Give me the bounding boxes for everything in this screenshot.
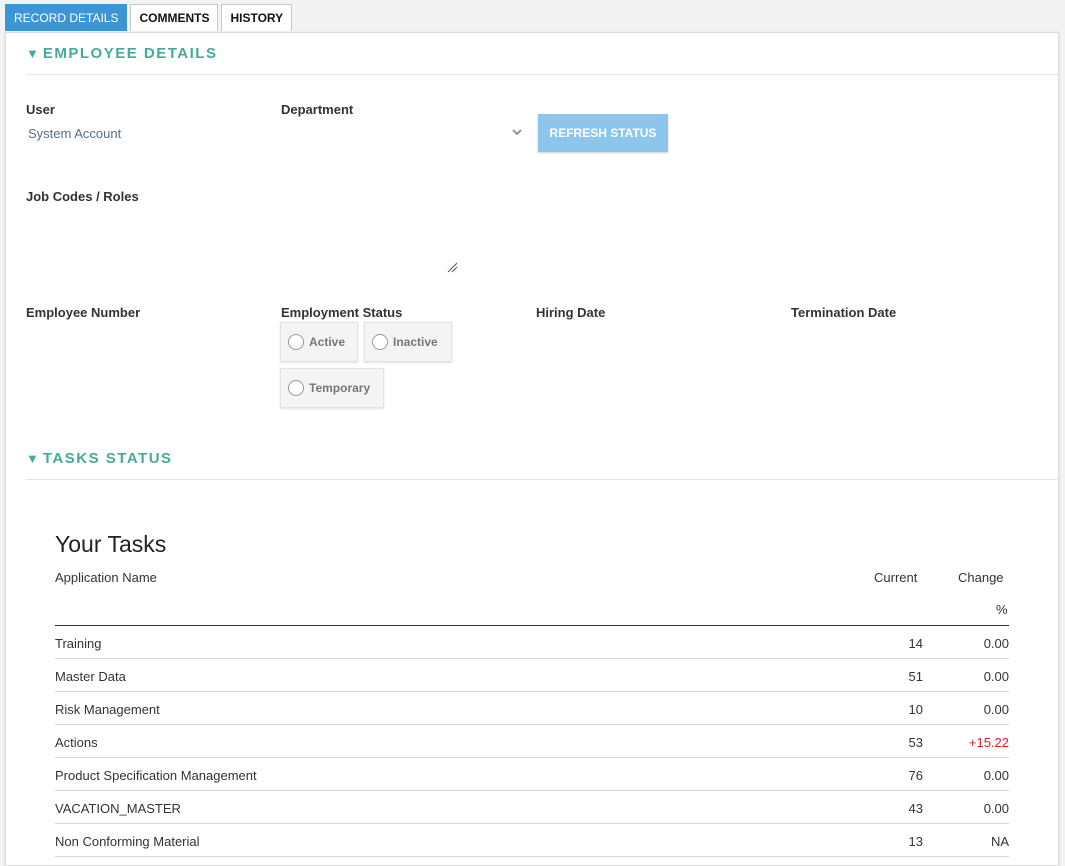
app-name: Training — [55, 636, 102, 651]
app-name: VACATION_MASTER — [55, 801, 181, 816]
table-row: VACATION_MASTER 43 0.00 — [55, 791, 1009, 824]
current-value: 10 — [908, 702, 923, 717]
current-value: 14 — [908, 636, 923, 651]
hiring-date-label: Hiring Date — [536, 305, 606, 320]
table-row: Actions 53 +15.22 — [55, 725, 1009, 758]
section-divider — [26, 74, 1058, 75]
app-name: Non Conforming Material — [55, 834, 200, 849]
section-divider — [26, 479, 1058, 480]
status-radio-inactive[interactable]: Inactive — [364, 322, 452, 362]
radio-label: Active — [309, 335, 346, 349]
col-header-current: Current — [874, 570, 918, 585]
radio-label: Temporary — [309, 381, 371, 395]
current-value: 13 — [908, 834, 923, 849]
radio-label: Inactive — [393, 335, 438, 349]
change-value: 0.00 — [983, 669, 1009, 684]
table-row: Training 14 0.00 — [55, 626, 1009, 659]
app-name: Actions — [55, 735, 98, 750]
col-header-application: Application Name — [55, 570, 157, 585]
termination-date-label: Termination Date — [791, 305, 897, 320]
radio-circle-icon — [372, 334, 388, 350]
app-name: Risk Management — [55, 702, 160, 717]
tab-history[interactable]: HISTORY — [221, 4, 293, 31]
tasks-status-header[interactable]: ▼ TASKS STATUS — [26, 450, 173, 467]
tab-bar: RECORD DETAILS COMMENTS HISTORY — [5, 4, 293, 32]
change-value: 0.00 — [983, 702, 1009, 717]
employee-details-heading: EMPLOYEE DETAILS — [42, 45, 218, 62]
collapse-triangle-icon: ▼ — [26, 451, 39, 466]
tab-comments[interactable]: COMMENTS — [130, 4, 219, 31]
department-select[interactable] — [281, 119, 526, 145]
user-value: System Account — [28, 126, 122, 141]
radio-circle-icon — [288, 334, 304, 350]
table-row: Non Conforming Material 13 NA — [55, 824, 1009, 857]
record-details-panel: ▼ EMPLOYEE DETAILS User System Account D… — [5, 32, 1059, 866]
change-value: NA — [990, 834, 1009, 849]
job-codes-label: Job Codes / Roles — [26, 189, 139, 204]
tab-record-details[interactable]: RECORD DETAILS — [5, 4, 128, 31]
chevron-down-icon — [512, 129, 522, 136]
user-label: User — [26, 102, 55, 117]
status-radio-temporary[interactable]: Temporary — [280, 368, 384, 408]
table-row: Master Data 51 0.00 — [55, 659, 1009, 692]
app-name: Master Data — [55, 669, 126, 684]
app-name: Product Specification Management — [55, 768, 257, 783]
employee-details-header[interactable]: ▼ EMPLOYEE DETAILS — [26, 45, 217, 62]
department-label: Department — [281, 102, 354, 117]
status-radio-active[interactable]: Active — [280, 322, 358, 362]
job-codes-textarea[interactable] — [26, 209, 460, 275]
col-header-change: Change — [958, 570, 1004, 585]
tasks-status-heading: TASKS STATUS — [42, 450, 173, 467]
employment-status-label: Employment Status — [281, 305, 403, 320]
radio-circle-icon — [288, 380, 304, 396]
current-value: 43 — [908, 801, 923, 816]
employee-number-label: Employee Number — [26, 305, 141, 320]
change-value: +15.22 — [968, 735, 1009, 750]
tasks-table-title: Your Tasks — [55, 531, 167, 557]
change-value: 0.00 — [983, 636, 1009, 651]
col-header-change-unit: % — [996, 602, 1008, 617]
collapse-triangle-icon: ▼ — [26, 46, 39, 61]
resize-grip-icon[interactable] — [446, 261, 458, 273]
current-value: 76 — [908, 768, 923, 783]
table-row: Product Specification Management 76 0.00 — [55, 758, 1009, 791]
change-value: 0.00 — [983, 801, 1009, 816]
current-value: 53 — [908, 735, 923, 750]
current-value: 51 — [908, 669, 923, 684]
refresh-status-button[interactable]: REFRESH STATUS — [538, 114, 668, 152]
change-value: 0.00 — [983, 768, 1009, 783]
table-row: Risk Management 10 0.00 — [55, 692, 1009, 725]
